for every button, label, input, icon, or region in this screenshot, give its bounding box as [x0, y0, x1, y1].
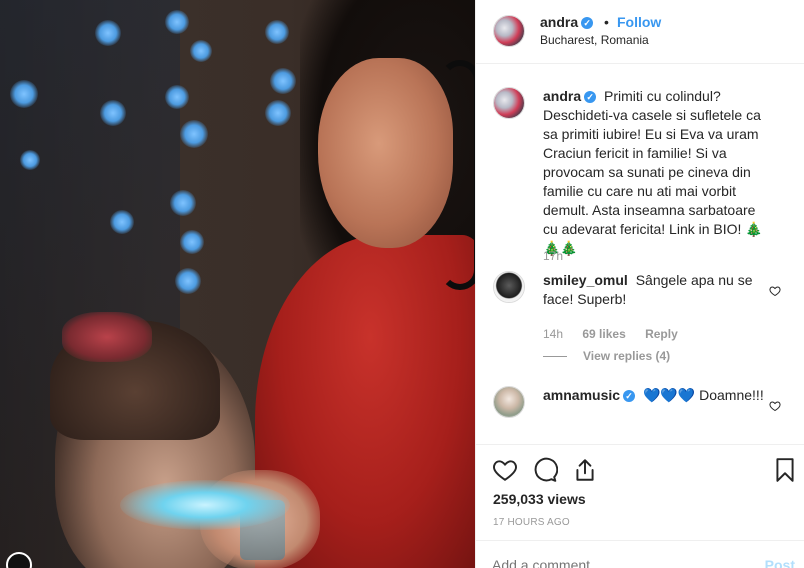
comment-likes[interactable]: 69 likes: [582, 327, 625, 341]
hair-bow: [62, 312, 152, 362]
bookmark-icon[interactable]: [772, 457, 798, 483]
caption-meta: 17h: [543, 249, 579, 263]
bokeh-light: [165, 10, 189, 34]
comment-meta: 14h 69 likes Reply: [543, 327, 694, 341]
follow-button[interactable]: Follow: [617, 14, 661, 30]
post-sidebar: andra ✓ • Follow Bucharest, Romania andra…: [475, 0, 804, 568]
bokeh-light: [175, 268, 201, 294]
bokeh-light: [110, 210, 134, 234]
view-replies-button[interactable]: View replies (4): [543, 349, 670, 363]
verified-badge-icon: ✓: [581, 17, 594, 29]
bokeh-light: [100, 100, 126, 126]
verified-badge-icon: ✓: [584, 91, 597, 103]
bokeh-light: [165, 85, 189, 109]
heart-icon[interactable]: [492, 457, 518, 483]
comment-text-block: smiley_omul Sângele apa nu se face! Supe…: [543, 271, 768, 309]
avatar[interactable]: [493, 15, 525, 47]
bokeh-light: [170, 190, 196, 216]
bokeh-light: [20, 150, 40, 170]
bokeh-light: [190, 40, 212, 62]
verified-badge-icon: ✓: [623, 390, 636, 402]
comment-text-block: amnamusic ✓ 💙💙💙 Doamne!!!: [543, 386, 768, 405]
like-comment-icon[interactable]: [769, 400, 781, 412]
headphones: [440, 60, 475, 290]
bokeh-light: [95, 20, 121, 46]
caption-time[interactable]: 17h: [543, 249, 563, 263]
separator-dot: •: [604, 14, 609, 30]
caption-text: Primiti cu colindul? Deschideti-va casel…: [543, 88, 763, 256]
add-comment-bar: Post: [476, 540, 804, 568]
avatar[interactable]: [493, 271, 525, 303]
comment-username[interactable]: amnamusic ✓: [543, 387, 636, 403]
view-count[interactable]: 259,033 views: [493, 491, 586, 507]
comment-time[interactable]: 14h: [543, 327, 563, 341]
post-timestamp[interactable]: 17 HOURS AGO: [493, 517, 570, 528]
bokeh-light: [10, 80, 38, 108]
bokeh-light: [270, 68, 296, 94]
post-media[interactable]: [0, 0, 475, 568]
caption-text-block: andra ✓ Primiti cu colindul? Deschideti-v…: [543, 87, 768, 258]
bokeh-light: [265, 100, 291, 126]
add-comment-input[interactable]: [492, 557, 732, 568]
comment-icon[interactable]: [532, 457, 558, 483]
comment-username[interactable]: smiley_omul: [543, 272, 628, 288]
replies-line: [543, 356, 567, 358]
bokeh-light: [180, 230, 204, 254]
avatar[interactable]: [493, 87, 525, 119]
location-link[interactable]: Bucharest, Romania: [540, 33, 649, 47]
bokeh-light: [180, 120, 208, 148]
reply-button[interactable]: Reply: [645, 327, 678, 341]
username-text[interactable]: andra: [540, 14, 578, 30]
woman-face: [318, 58, 453, 248]
post-username[interactable]: andra ✓: [540, 14, 594, 30]
comment-text: 💙💙💙 Doamne!!!: [642, 387, 764, 403]
bokeh-light: [265, 20, 289, 44]
like-comment-icon[interactable]: [769, 285, 781, 297]
caption-username[interactable]: andra ✓: [543, 88, 597, 104]
post-comment-button[interactable]: Post: [765, 557, 795, 568]
share-icon[interactable]: [572, 457, 598, 483]
avatar[interactable]: [493, 386, 525, 418]
light-glow: [120, 480, 290, 530]
post-actions: 259,033 views 17 HOURS AGO: [476, 444, 804, 534]
post-header: andra ✓ • Follow Bucharest, Romania: [476, 0, 804, 64]
